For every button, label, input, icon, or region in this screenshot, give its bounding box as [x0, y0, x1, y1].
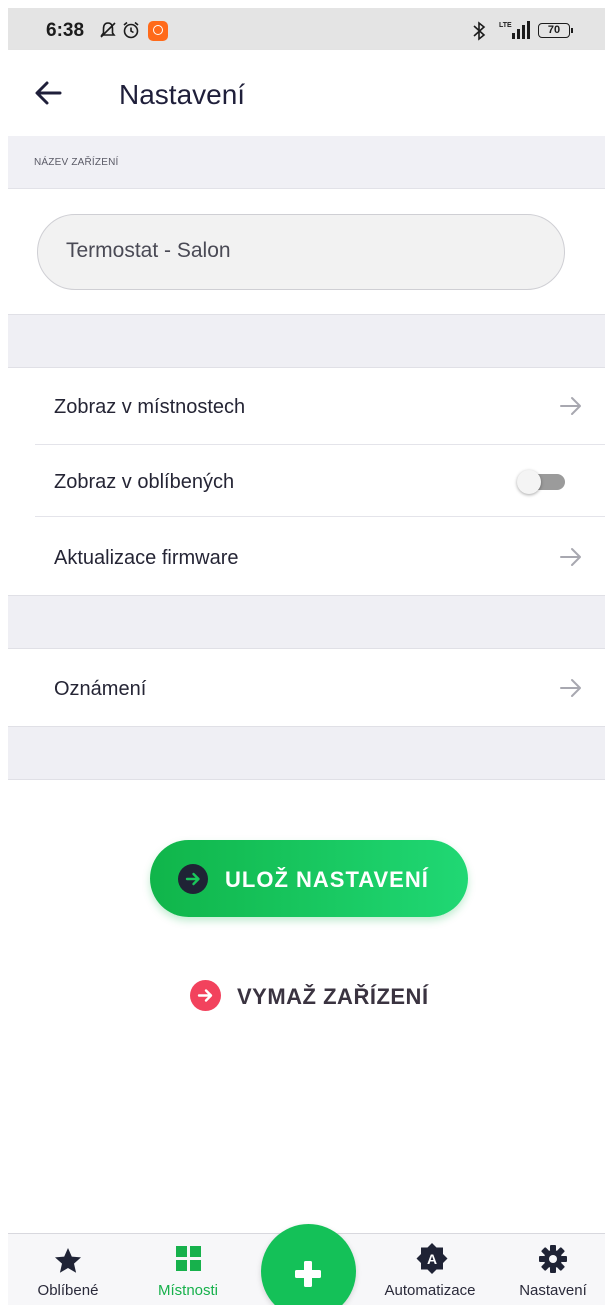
row-label: Oznámení — [54, 678, 147, 700]
nav-item-rooms[interactable]: Místnosti — [143, 1234, 233, 1305]
muted-bell-icon — [98, 20, 118, 45]
delete-button-label: VYMAŽ ZAŘÍZENÍ — [237, 984, 429, 1009]
arrow-circle-icon — [190, 980, 221, 1011]
section-label: NÁZEV ZAŘÍZENÍ — [34, 157, 119, 168]
delete-device-button[interactable]: VYMAŽ ZAŘÍZENÍ — [190, 978, 440, 1014]
device-name-field[interactable] — [37, 214, 565, 290]
section-divider — [8, 726, 605, 780]
back-button[interactable] — [32, 76, 72, 110]
notifications-row[interactable]: Oznámení — [35, 649, 605, 726]
plus-icon — [293, 1259, 323, 1294]
nav-item-favorites[interactable]: Oblíbené — [28, 1234, 108, 1305]
status-bar: 6:38 LTE 70 — [8, 8, 605, 50]
page-title: Nastavení — [119, 79, 246, 110]
nav-item-settings[interactable]: Nastavení — [508, 1234, 598, 1305]
favorites-toggle[interactable] — [517, 470, 565, 494]
battery-icon: 70 — [538, 23, 573, 38]
save-settings-button[interactable]: ULOŽ NASTAVENÍ — [150, 840, 468, 917]
svg-text:A: A — [427, 1251, 437, 1267]
nav-item-automation[interactable]: A Automatizace — [375, 1234, 485, 1305]
row-label: Aktualizace firmware — [54, 547, 239, 569]
section-divider — [8, 314, 605, 368]
svg-text:LTE: LTE — [499, 22, 512, 29]
gear-icon — [538, 1244, 568, 1279]
firmware-update-row[interactable]: Aktualizace firmware — [35, 517, 605, 595]
app-bar: Nastavení — [8, 50, 605, 137]
show-in-favorites-row: Zobraz v oblíbených — [35, 445, 605, 517]
nav-label: Oblíbené — [37, 1282, 99, 1299]
automation-badge-icon: A — [415, 1242, 449, 1281]
toggle-knob — [517, 470, 541, 494]
device-name-input[interactable] — [66, 239, 526, 263]
arrow-right-icon — [559, 396, 583, 421]
section-divider — [8, 595, 605, 649]
nav-label: Nastavení — [519, 1282, 587, 1299]
device-name-section-header: NÁZEV ZAŘÍZENÍ — [8, 136, 605, 189]
show-in-rooms-row[interactable]: Zobraz v místnostech — [35, 368, 605, 445]
save-button-label: ULOŽ NASTAVENÍ — [225, 867, 429, 892]
nav-label: Místnosti — [157, 1282, 218, 1299]
row-label: Zobraz v oblíbených — [54, 471, 235, 493]
app-screen: 6:38 LTE 70 Nastavení NÁZEV ZAŘÍZENÍ Zob… — [8, 8, 605, 1305]
nav-label: Automatizace — [384, 1282, 476, 1299]
app-notification-icon — [148, 21, 168, 41]
alarm-icon — [121, 20, 141, 45]
status-time: 6:38 — [46, 20, 85, 41]
arrow-circle-icon — [178, 864, 208, 894]
signal-icon: LTE — [498, 19, 534, 46]
arrow-right-icon — [559, 678, 583, 703]
row-label: Zobraz v místnostech — [54, 396, 246, 418]
grid-icon — [176, 1246, 202, 1277]
bluetooth-icon — [472, 21, 486, 46]
arrow-right-icon — [559, 547, 583, 572]
star-icon — [53, 1246, 83, 1281]
